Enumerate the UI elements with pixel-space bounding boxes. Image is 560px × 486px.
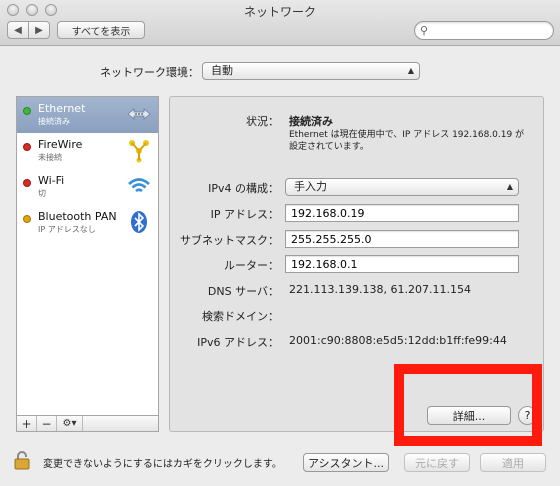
dns-server-value: 221.113.139.138, 61.207.11.154 bbox=[289, 283, 471, 296]
ipv4-config-label: IPv4 の構成： bbox=[208, 182, 279, 195]
apply-button[interactable]: 適用 bbox=[480, 453, 546, 472]
subnet-mask-label: サブネットマスク： bbox=[180, 234, 279, 247]
ip-address-field[interactable] bbox=[285, 204, 519, 222]
status-description: Ethernet は現在使用中で、IP アドレス 192.168.0.19 が設… bbox=[289, 130, 525, 152]
lock-message: 変更できないようにするにはカギをクリックします。 bbox=[43, 459, 282, 470]
service-name: Ethernet bbox=[38, 102, 86, 115]
subnet-mask-field[interactable] bbox=[285, 230, 519, 248]
status-dot-red-icon bbox=[23, 143, 31, 151]
status-dot-green-icon bbox=[23, 107, 31, 115]
ipv4-config-popup[interactable]: 手入力 ▲ bbox=[285, 178, 519, 196]
status-value: 接続済み bbox=[289, 115, 333, 128]
dns-server-label: DNS サーバ： bbox=[207, 285, 279, 298]
search-icon: ⚲ bbox=[420, 24, 429, 37]
service-name: Wi-Fi bbox=[38, 174, 65, 187]
show-all-button[interactable]: すべてを表示 bbox=[57, 21, 145, 39]
search-domain-label: 検索ドメイン： bbox=[202, 310, 279, 323]
back-button[interactable]: ◀ bbox=[7, 21, 29, 39]
window-titlebar: ネットワーク ◀ ▶ すべてを表示 ⚲ bbox=[0, 0, 560, 46]
ipv6-address-value: 2001:c90:8808:e5d5:12dd:b1ff:fe99:44 bbox=[289, 334, 507, 347]
gear-icon: ⚙▾ bbox=[62, 418, 77, 429]
firewire-icon bbox=[129, 140, 149, 163]
service-list-toolbar: + − ⚙▾ bbox=[16, 415, 159, 432]
forward-button[interactable]: ▶ bbox=[28, 21, 50, 39]
service-item-ethernet[interactable]: Ethernet 接続済み bbox=[17, 97, 158, 133]
location-label: ネットワーク環境： bbox=[100, 66, 199, 79]
service-item-firewire[interactable]: FireWire 未接続 bbox=[17, 133, 158, 169]
highlight-annotation bbox=[394, 364, 542, 446]
lock-icon[interactable] bbox=[14, 450, 30, 470]
location-value: 自動 bbox=[211, 64, 233, 77]
router-field[interactable] bbox=[285, 255, 519, 273]
back-arrow-icon: ◀ bbox=[14, 24, 22, 36]
add-service-button[interactable]: + bbox=[17, 416, 37, 431]
status-dot-red-icon bbox=[23, 179, 31, 187]
service-item-bluetooth-pan[interactable]: Bluetooth PAN IP アドレスなし bbox=[17, 205, 158, 241]
search-input[interactable] bbox=[433, 24, 548, 37]
service-status: 切 bbox=[38, 189, 46, 198]
popup-arrows-icon: ▲ bbox=[506, 182, 513, 191]
status-label: 状況： bbox=[246, 115, 279, 128]
revert-button[interactable]: 元に戻す bbox=[404, 453, 470, 472]
service-name: FireWire bbox=[38, 138, 83, 151]
service-status: IP アドレスなし bbox=[38, 225, 96, 234]
wifi-icon bbox=[128, 178, 150, 193]
location-popup[interactable]: 自動 ▲ bbox=[202, 62, 420, 80]
forward-arrow-icon: ▶ bbox=[35, 24, 43, 36]
service-status: 未接続 bbox=[38, 153, 62, 162]
service-status: 接続済み bbox=[38, 117, 70, 126]
ethernet-arrows-icon bbox=[127, 108, 151, 120]
assistant-button[interactable]: アシスタント... bbox=[303, 453, 389, 472]
ipv6-address-label: IPv6 アドレス： bbox=[197, 336, 279, 349]
service-name: Bluetooth PAN bbox=[38, 210, 117, 223]
service-list: Ethernet 接続済み FireWire 未接続 Wi-Fi 切 Bluet… bbox=[16, 96, 159, 416]
ip-address-label: IP アドレス： bbox=[210, 208, 279, 221]
window-title: ネットワーク bbox=[243, 5, 316, 19]
bluetooth-icon bbox=[131, 211, 147, 233]
status-dot-yellow-icon bbox=[23, 215, 31, 223]
router-label: ルーター： bbox=[224, 259, 279, 272]
action-menu-button[interactable]: ⚙▾ bbox=[57, 416, 83, 431]
popup-arrows-icon: ▲ bbox=[407, 66, 414, 75]
search-field[interactable]: ⚲ bbox=[414, 21, 554, 40]
ipv4-config-value: 手入力 bbox=[294, 180, 327, 193]
remove-service-button[interactable]: − bbox=[37, 416, 57, 431]
service-item-wifi[interactable]: Wi-Fi 切 bbox=[17, 169, 158, 205]
